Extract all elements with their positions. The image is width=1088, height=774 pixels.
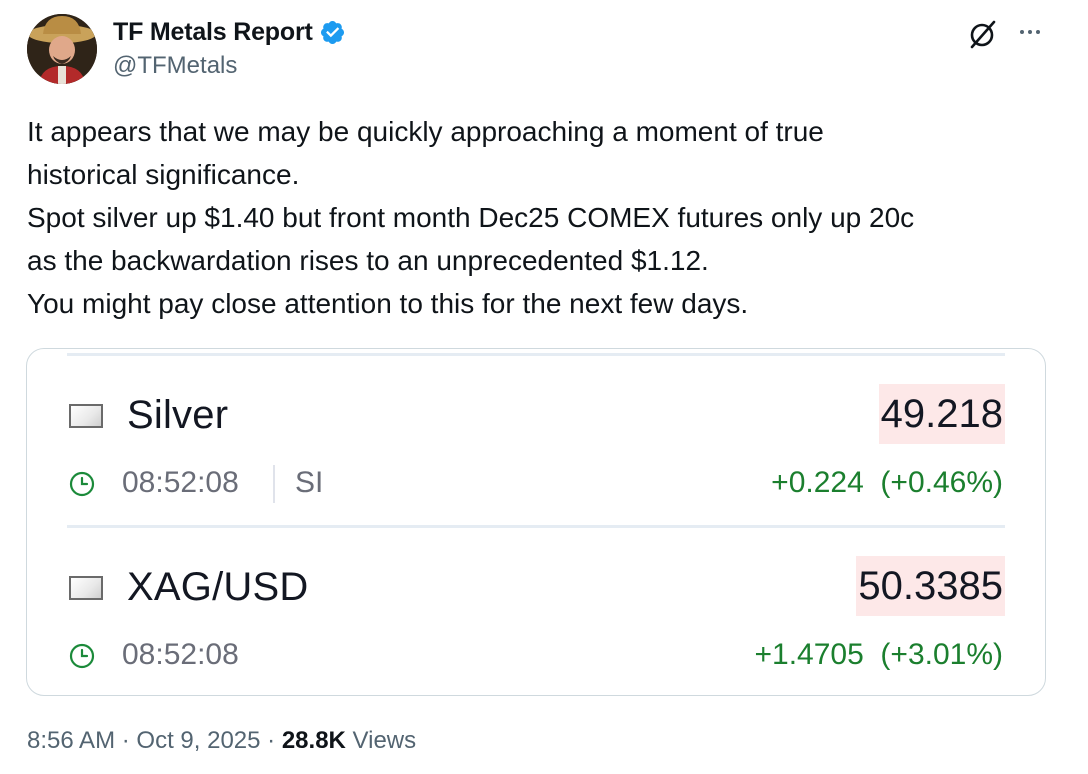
divider	[273, 465, 275, 503]
attached-image-quotes[interactable]: Silver 49.218 08:52:08 SI +0.224 (+0.46%…	[26, 348, 1046, 696]
quote-time: 08:52:08	[122, 638, 239, 671]
symbol-name: Silver	[127, 393, 229, 437]
handle[interactable]: @TFMetals	[113, 52, 237, 80]
tweet-text-line: Spot silver up $1.40 but front month Dec…	[27, 202, 915, 233]
quote-time: 08:52:08	[122, 466, 239, 499]
symbol-name: XAG/USD	[127, 565, 309, 609]
tweet-time[interactable]: 8:56 AM	[27, 727, 115, 754]
tweet-text: It appears that we may be quickly approa…	[27, 110, 1067, 325]
divider	[67, 525, 1005, 528]
divider	[67, 353, 1005, 356]
separator: ·	[121, 727, 137, 754]
tweet-text-line: as the backwardation rises to an unprece…	[27, 245, 709, 276]
exchange-code: SI	[295, 466, 324, 499]
tweet-text-line: historical significance.	[27, 159, 300, 190]
views-count[interactable]: 28.8K	[282, 727, 346, 754]
previous-tweet-fragment	[0, 0, 1088, 6]
tweet-text-line: You might pay close attention to this fo…	[27, 288, 749, 319]
tweet-date[interactable]: Oct 9, 2025	[136, 727, 260, 754]
tweet-metadata: 8:56 AM · Oct 9, 2025 · 28.8K Views	[27, 727, 416, 755]
flag-icon	[69, 576, 103, 600]
price-change: +0.224 (+0.46%)	[771, 466, 1003, 499]
price-change: +1.4705 (+3.01%)	[754, 638, 1003, 671]
avatar[interactable]	[27, 14, 97, 84]
last-price: 49.218	[878, 384, 1005, 444]
avatar-image	[27, 14, 97, 84]
more-options-icon[interactable]	[1013, 18, 1047, 46]
verified-badge-icon[interactable]	[319, 19, 346, 46]
display-name[interactable]: TF Metals Report	[113, 18, 313, 47]
grok-icon[interactable]	[966, 18, 998, 50]
flag-icon	[69, 404, 103, 428]
clock-icon	[69, 471, 95, 497]
quote-row-xagusd: XAG/USD 50.3385 08:52:08 +1.4705 (+3.01%…	[27, 529, 1045, 695]
quote-row-silver: Silver 49.218 08:52:08 SI +0.224 (+0.46%…	[27, 357, 1045, 527]
tweet-text-line: It appears that we may be quickly approa…	[27, 116, 824, 147]
last-price: 50.3385	[856, 556, 1005, 616]
views-label: Views	[352, 727, 417, 754]
separator: ·	[267, 727, 282, 754]
clock-icon	[69, 643, 95, 669]
